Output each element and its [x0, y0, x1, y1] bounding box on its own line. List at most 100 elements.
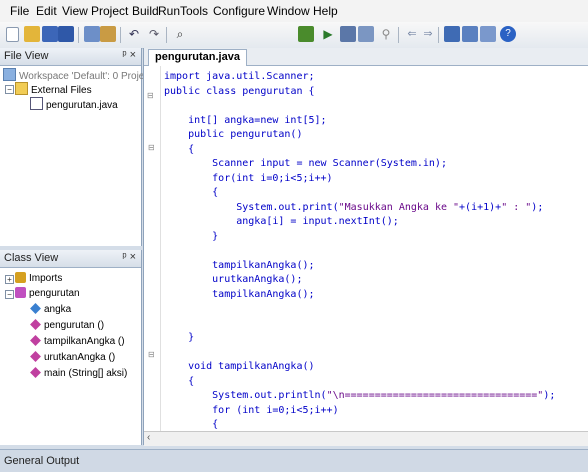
- tab-pengurutan-java[interactable]: pengurutan.java: [148, 49, 247, 66]
- code-token: "\n================================": [326, 390, 544, 401]
- class-view-panel: Class View ᵖ × + Imports − pengurutan an…: [0, 250, 142, 445]
- code-token: {: [164, 419, 219, 430]
- file-view-close-button[interactable]: ᵖ ×: [122, 49, 136, 61]
- class-view-header: Class View ᵖ ×: [0, 250, 141, 268]
- menu-build[interactable]: Build: [132, 4, 159, 18]
- member-urutkan[interactable]: urutkanAngka (): [30, 351, 115, 364]
- code-line[interactable]: tampilkanAngka();: [164, 259, 314, 272]
- build-icon[interactable]: [358, 26, 374, 42]
- save-all-icon[interactable]: [58, 26, 74, 42]
- external-files-node[interactable]: External Files: [15, 82, 92, 97]
- folder-icon: [15, 82, 28, 95]
- imports-node[interactable]: Imports: [15, 272, 62, 285]
- code-token: Scanner input = new Scanner(System.in);: [164, 158, 447, 169]
- workspace-node[interactable]: Workspace 'Default': 0 Projects: [3, 68, 157, 83]
- file-node[interactable]: pengurutan.java: [30, 97, 118, 112]
- code-line[interactable]: angka[i] = input.nextInt();: [164, 215, 399, 228]
- menu-tools[interactable]: Tools: [180, 4, 208, 18]
- new-icon[interactable]: [6, 27, 19, 42]
- code-token: );: [531, 201, 544, 213]
- options2-icon[interactable]: [462, 26, 478, 42]
- code-line[interactable]: void tampilkanAngka(): [164, 360, 315, 373]
- horizontal-scrollbar[interactable]: ‹: [144, 431, 588, 446]
- code-line[interactable]: for(int i=0;i<5;i++): [164, 172, 332, 185]
- code-line[interactable]: Scanner input = new Scanner(System.in);: [164, 157, 447, 170]
- code-token: "Masukkan Angka ke ": [338, 201, 460, 213]
- menu-run[interactable]: Run: [158, 4, 180, 18]
- open-icon[interactable]: [24, 26, 40, 42]
- code-line[interactable]: import java.util.Scanner;: [164, 70, 315, 83]
- code-token: angka[i] = input.nextInt();: [164, 216, 399, 227]
- code-token: System.out.print(: [164, 201, 339, 213]
- prev-icon[interactable]: ⇐: [404, 26, 420, 42]
- member-main[interactable]: main (String[] aksi): [30, 367, 127, 380]
- save-icon[interactable]: [42, 26, 58, 42]
- menu-window[interactable]: Window: [267, 4, 310, 18]
- code-line[interactable]: tampilkanAngka();: [164, 288, 315, 301]
- copy-icon[interactable]: [84, 26, 100, 42]
- fold-icon[interactable]: ⊟: [147, 91, 154, 100]
- code-token: " : ": [501, 201, 532, 213]
- code-line[interactable]: urutkanAngka();: [164, 273, 302, 286]
- expand-icon[interactable]: +: [5, 275, 14, 284]
- help-icon[interactable]: ?: [500, 26, 516, 42]
- java-file-icon: [30, 97, 43, 110]
- code-token: +(i+1)+: [459, 201, 502, 213]
- fold-icon[interactable]: ⊟: [148, 143, 155, 152]
- options3-icon[interactable]: [480, 26, 496, 42]
- code-token: tampilkanAngka();: [164, 288, 315, 300]
- general-output-title[interactable]: General Output: [4, 455, 79, 467]
- code-line[interactable]: }: [164, 230, 218, 243]
- member-angka[interactable]: angka: [30, 303, 71, 316]
- general-output-panel: General Output: [0, 449, 588, 472]
- class-view-title: Class View: [4, 252, 59, 264]
- class-node[interactable]: pengurutan: [15, 287, 80, 300]
- code-line[interactable]: {: [164, 375, 194, 388]
- code-token: for (int i=0;i<5;i++): [164, 404, 339, 416]
- menu-view[interactable]: View: [62, 4, 88, 18]
- menu-configure[interactable]: Configure: [213, 4, 265, 18]
- code-line[interactable]: int[] angka=new int[5];: [164, 114, 327, 127]
- menu-help[interactable]: Help: [313, 4, 338, 18]
- find-icon[interactable]: ⌕: [172, 26, 188, 42]
- next-icon[interactable]: ⇒: [420, 26, 436, 42]
- code-line[interactable]: }: [164, 331, 194, 344]
- menu-project[interactable]: Project: [91, 4, 128, 18]
- menu-edit[interactable]: Edit: [36, 4, 57, 18]
- code-token: {: [164, 143, 195, 155]
- code-token: pengurutan {: [242, 85, 315, 97]
- code-token: public pengurutan(): [164, 129, 303, 140]
- code-token: int[] angka=new int[5];: [164, 114, 327, 126]
- member-tampilkan[interactable]: tampilkanAngka (): [30, 335, 125, 348]
- undo-icon[interactable]: ↶: [126, 26, 142, 42]
- expand-icon[interactable]: −: [5, 85, 14, 94]
- code-line[interactable]: {: [164, 143, 194, 156]
- editor-gutter: ⊟ ⊟ ⊟: [144, 66, 161, 431]
- run-icon[interactable]: [298, 26, 314, 42]
- code-line[interactable]: {: [164, 418, 218, 431]
- code-line[interactable]: public pengurutan(): [164, 128, 302, 141]
- redo-icon[interactable]: ↷: [146, 26, 162, 42]
- class-view-close-button[interactable]: ᵖ ×: [122, 251, 136, 263]
- code-line[interactable]: public class pengurutan {: [164, 85, 315, 98]
- options-icon[interactable]: [444, 26, 460, 42]
- collapse-icon[interactable]: −: [5, 290, 14, 299]
- scroll-left-icon[interactable]: ‹: [147, 432, 150, 443]
- code-line[interactable]: for (int i=0;i<5;i++): [164, 404, 339, 417]
- imports-icon: [15, 272, 26, 283]
- menu-file[interactable]: File: [10, 4, 29, 18]
- code-line[interactable]: {: [164, 186, 218, 199]
- compile-icon[interactable]: ⚲: [378, 26, 394, 42]
- method-icon: [30, 367, 41, 378]
- code-line[interactable]: System.out.println("\n==================…: [164, 389, 555, 402]
- code-line[interactable]: System.out.print("Masukkan Angka ke "+(i…: [164, 201, 543, 214]
- stop-icon[interactable]: [340, 26, 356, 42]
- paste-icon[interactable]: [100, 26, 116, 42]
- fold-icon[interactable]: ⊟: [148, 350, 155, 359]
- play-icon[interactable]: ▶: [320, 26, 336, 42]
- code-token: urutkanAngka();: [164, 274, 303, 285]
- code-area[interactable]: import java.util.Scanner; public class pe…: [162, 66, 587, 431]
- member-constructor[interactable]: pengurutan (): [30, 319, 104, 332]
- code-token: }: [164, 230, 219, 242]
- code-token: void tampilkanAngka(): [164, 361, 315, 372]
